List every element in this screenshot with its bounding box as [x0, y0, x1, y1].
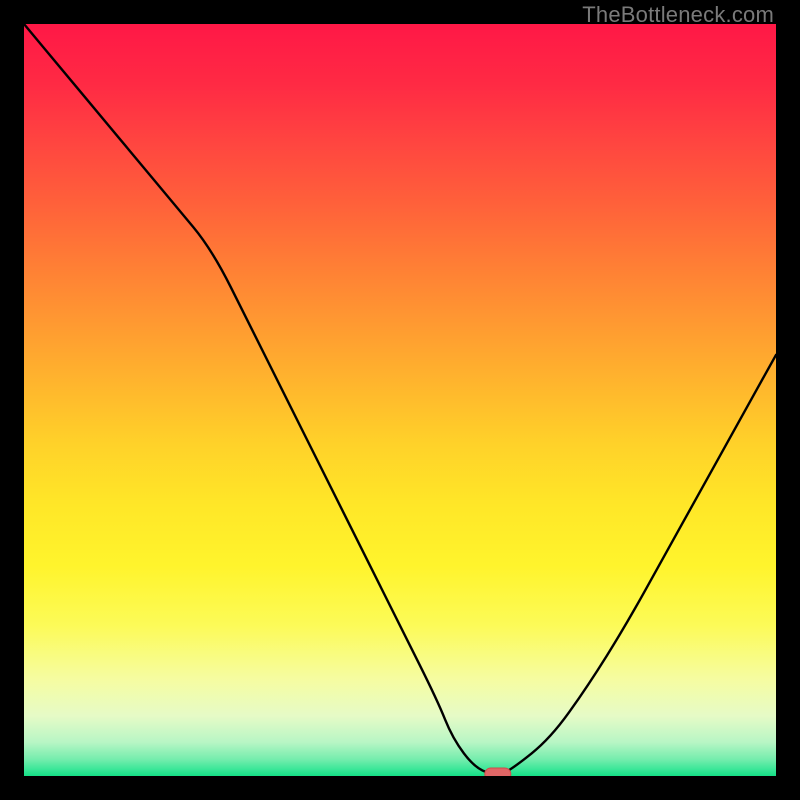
watermark-text: TheBottleneck.com — [582, 2, 774, 28]
chart-svg — [24, 24, 776, 776]
chart-frame: TheBottleneck.com — [0, 0, 800, 800]
optimal-point-marker — [485, 768, 511, 776]
plot-area — [24, 24, 776, 776]
gradient-background — [24, 24, 776, 776]
